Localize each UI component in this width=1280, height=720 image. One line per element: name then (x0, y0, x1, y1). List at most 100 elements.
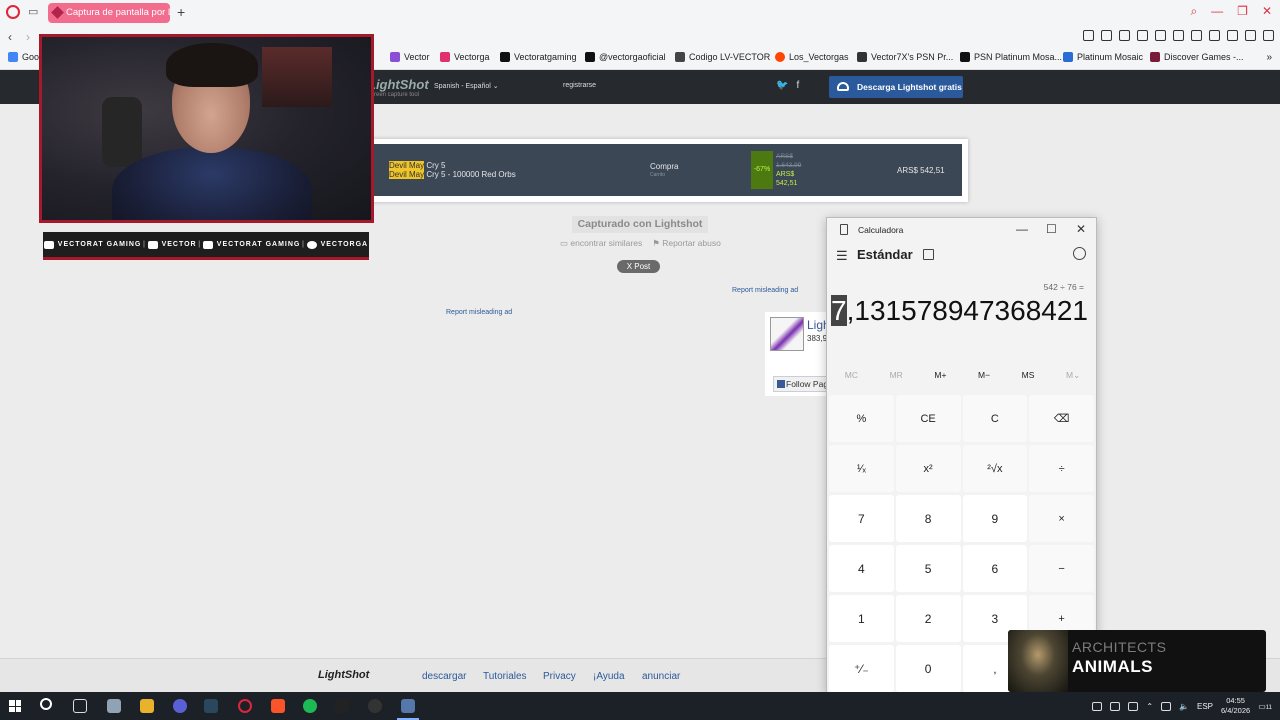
snapshot-icon[interactable] (1083, 30, 1094, 41)
restore-icon[interactable]: ❐ (1237, 4, 1248, 19)
language-select[interactable]: Spanish - Español ⌄ (434, 82, 499, 90)
footer-link-download[interactable]: descargar (422, 671, 466, 682)
opera-icon[interactable] (238, 699, 252, 713)
minimize-icon[interactable]: — (1211, 4, 1223, 19)
lightshot-logo[interactable]: LightShot (368, 77, 429, 92)
start-button[interactable] (9, 700, 21, 712)
download-button[interactable]: Descarga Lightshot gratis (829, 76, 963, 98)
report-abuse-link[interactable]: ⚑ Reportar abuso (652, 238, 721, 249)
forward-icon[interactable]: › (26, 30, 30, 44)
steam-icon[interactable] (204, 699, 218, 713)
minimize-icon[interactable]: — (1016, 222, 1028, 236)
digit-4-key[interactable]: 4 (829, 545, 894, 592)
bookmark-item[interactable]: Discover Games -... (1150, 52, 1244, 62)
discord-icon[interactable] (173, 699, 187, 713)
profile-icon[interactable] (1227, 30, 1238, 41)
keep-on-top-icon[interactable] (923, 249, 934, 260)
bookmark-item[interactable]: Vector (390, 52, 430, 62)
download-icon[interactable] (1209, 30, 1220, 41)
chevron-up-icon[interactable]: ⌃ (1146, 702, 1153, 711)
square-key[interactable]: x² (895, 445, 961, 492)
extensions-icon[interactable] (1173, 30, 1184, 41)
footer-link-help[interactable]: ¡Ayuda (593, 671, 625, 682)
square-root-key[interactable]: ²√x (962, 445, 1028, 492)
more-bookmarks-icon[interactable]: » (1266, 52, 1272, 63)
footer-link-tutorials[interactable]: Tutoriales (483, 671, 527, 682)
bookmark-item[interactable]: Codigo LV-VECTOR (675, 52, 770, 62)
opera-logo-icon[interactable] (6, 5, 20, 19)
hamburger-menu-icon[interactable]: ☰ (836, 248, 848, 264)
heart-icon[interactable] (1155, 30, 1166, 41)
divide-key[interactable]: ÷ (1029, 445, 1094, 492)
notifications-icon[interactable]: ▭11 (1258, 702, 1272, 711)
brave-icon[interactable] (271, 699, 285, 713)
new-tab-icon[interactable]: + (177, 4, 185, 20)
page-thumbnail[interactable] (770, 317, 804, 351)
file-explorer-icon[interactable] (107, 699, 121, 713)
bookmark-item[interactable]: Los_Vectorgas (775, 52, 849, 62)
digit-7-key[interactable]: 7 (829, 495, 894, 542)
epic-games-icon[interactable] (335, 699, 349, 713)
find-similar-link[interactable]: ▭ encontrar similares (560, 238, 642, 249)
menu-icon[interactable] (1263, 30, 1274, 41)
twitter-icon[interactable]: 🐦 (776, 80, 788, 91)
bookmark-item[interactable]: Vectoratgaming (500, 52, 577, 62)
digit-6-key[interactable]: 6 (962, 545, 1028, 592)
bookmark-item[interactable]: Vector7X's PSN Pr... (857, 52, 953, 62)
tray-app-icon[interactable] (1110, 701, 1121, 711)
digit-0-key[interactable]: 0 (895, 645, 961, 692)
result-display[interactable]: 7,131578947368421 (831, 295, 1088, 327)
follow-page-button[interactable]: Follow Page (773, 376, 829, 392)
back-icon[interactable]: ‹ (8, 30, 12, 44)
tab-controller-icon[interactable]: ▭ (28, 5, 42, 19)
memory-add-button[interactable]: M+ (934, 370, 946, 386)
close-icon[interactable]: ✕ (1262, 4, 1272, 19)
digit-5-key[interactable]: 5 (895, 545, 961, 592)
bookmark-item[interactable]: Platinum Mosaic (1063, 52, 1143, 62)
search-icon[interactable] (40, 698, 52, 710)
shield-icon[interactable] (1119, 30, 1130, 41)
negate-key[interactable]: ⁺⁄₋ (829, 645, 894, 692)
folder-icon[interactable] (140, 699, 154, 713)
footer-logo[interactable]: LightShot (318, 669, 369, 681)
report-ad-link[interactable]: Report misleading ad (446, 309, 512, 316)
memory-store-button[interactable]: MS (1022, 370, 1035, 386)
subtract-key[interactable]: − (1029, 545, 1094, 592)
play-icon[interactable] (1137, 30, 1148, 41)
digit-1-key[interactable]: 1 (829, 595, 894, 642)
register-link[interactable]: registrarse (563, 82, 596, 89)
network-icon[interactable] (1161, 701, 1172, 711)
screenshot-image[interactable]: Devil May Cry 5 Devil May Cry 5 - 100000… (370, 139, 968, 202)
report-ad-link[interactable]: Report misleading ad (732, 287, 798, 294)
tray-app-icon[interactable] (1128, 701, 1139, 711)
clear-entry-key[interactable]: CE (895, 395, 961, 442)
tray-app-icon[interactable] (1092, 701, 1103, 711)
digit-8-key[interactable]: 8 (895, 495, 961, 542)
calculator-taskbar-icon[interactable] (401, 699, 415, 713)
close-icon[interactable]: ✕ (1076, 222, 1086, 236)
clock[interactable]: 04:55 6/4/2026 (1221, 696, 1250, 716)
facebook-icon[interactable]: f (796, 80, 799, 91)
search-tabs-icon[interactable]: ⌕ (1190, 4, 1197, 19)
reciprocal-key[interactable]: ¹⁄ₓ (829, 445, 894, 492)
percent-key[interactable]: % (829, 395, 894, 442)
bookmark-item[interactable]: Vectorga (440, 52, 490, 62)
maximize-icon[interactable]: ☐ (1046, 222, 1057, 236)
digit-9-key[interactable]: 9 (962, 495, 1028, 542)
memory-subtract-button[interactable]: M− (978, 370, 990, 386)
clear-key[interactable]: C (962, 395, 1028, 442)
backspace-key[interactable]: ⌫ (1029, 395, 1094, 442)
ai-icon[interactable] (1245, 30, 1256, 41)
bookmark-item[interactable]: @vectorgaoficial (585, 52, 666, 62)
task-view-icon[interactable] (73, 699, 87, 713)
bookmark-item[interactable]: PSN Platinum Mosa... (960, 52, 1062, 62)
share-icon[interactable] (1191, 30, 1202, 41)
footer-link-privacy[interactable]: Privacy (543, 671, 576, 682)
spotify-icon[interactable] (303, 699, 317, 713)
volume-icon[interactable]: 🔈 (1179, 702, 1189, 711)
footer-link-advertise[interactable]: anunciar (642, 671, 680, 682)
x-post-button[interactable]: X Post (617, 260, 660, 273)
language-indicator[interactable]: ESP (1197, 702, 1213, 711)
wallet-icon[interactable] (1101, 30, 1112, 41)
history-icon[interactable] (1073, 247, 1086, 260)
